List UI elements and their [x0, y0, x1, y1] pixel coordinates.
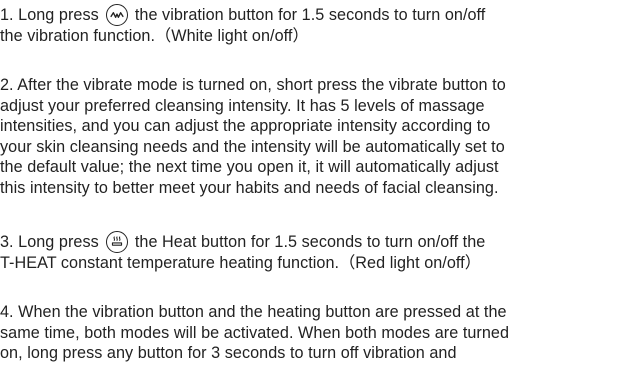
paragraph-2-line-2: adjust your preferred cleansing intensit…: [0, 96, 485, 115]
paragraph-3-line-1-after: the Heat button for 1.5 seconds to turn …: [130, 233, 486, 251]
instruction-paragraph-3: 3. Long press the Heat button for 1.5 se…: [0, 231, 485, 274]
instruction-paragraph-1: 1. Long press the vibration button for 1…: [0, 4, 485, 47]
paragraph-3-line-1-before: 3. Long press: [0, 233, 104, 251]
paragraph-3-line-1: 3. Long press the Heat button for 1.5 se…: [0, 231, 485, 253]
instruction-paragraph-2: 2. After the vibrate mode is turned on, …: [0, 75, 506, 199]
paragraph-2-line-5: the default value; the next time you ope…: [0, 158, 499, 177]
paragraph-2-line-1: 2. After the vibrate mode is turned on, …: [0, 76, 506, 94]
instruction-document: 1. Long press the vibration button for 1…: [0, 0, 632, 390]
paragraph-3-line-2: T-HEAT constant temperature heating func…: [0, 254, 481, 272]
instruction-paragraph-4: 4. When the vibration button and the hea…: [0, 302, 509, 364]
paragraph-1-line-1-after: the vibration button for 1.5 seconds to …: [130, 6, 486, 24]
paragraph-1-line-1-before: 1. Long press: [0, 6, 104, 24]
heat-icon: [106, 231, 129, 253]
paragraph-4-line-3: on, long press any button for 3 seconds …: [0, 344, 457, 363]
paragraph-2-line-6: this intensity to better meet your habit…: [0, 178, 499, 197]
paragraph-1-line-2: the vibration function.（White light on/o…: [0, 27, 309, 45]
paragraph-1-line-1: 1. Long press the vibration button for 1…: [0, 4, 485, 26]
paragraph-2-line-3: intensities, and you can adjust the appr…: [0, 117, 491, 136]
paragraph-4-line-1: 4. When the vibration button and the hea…: [0, 303, 507, 321]
paragraph-2-line-4: your skin cleansing needs and the intens…: [0, 137, 505, 156]
paragraph-4-line-2: same time, both modes will be activated.…: [0, 323, 510, 342]
vibration-wave-icon: [106, 4, 129, 26]
